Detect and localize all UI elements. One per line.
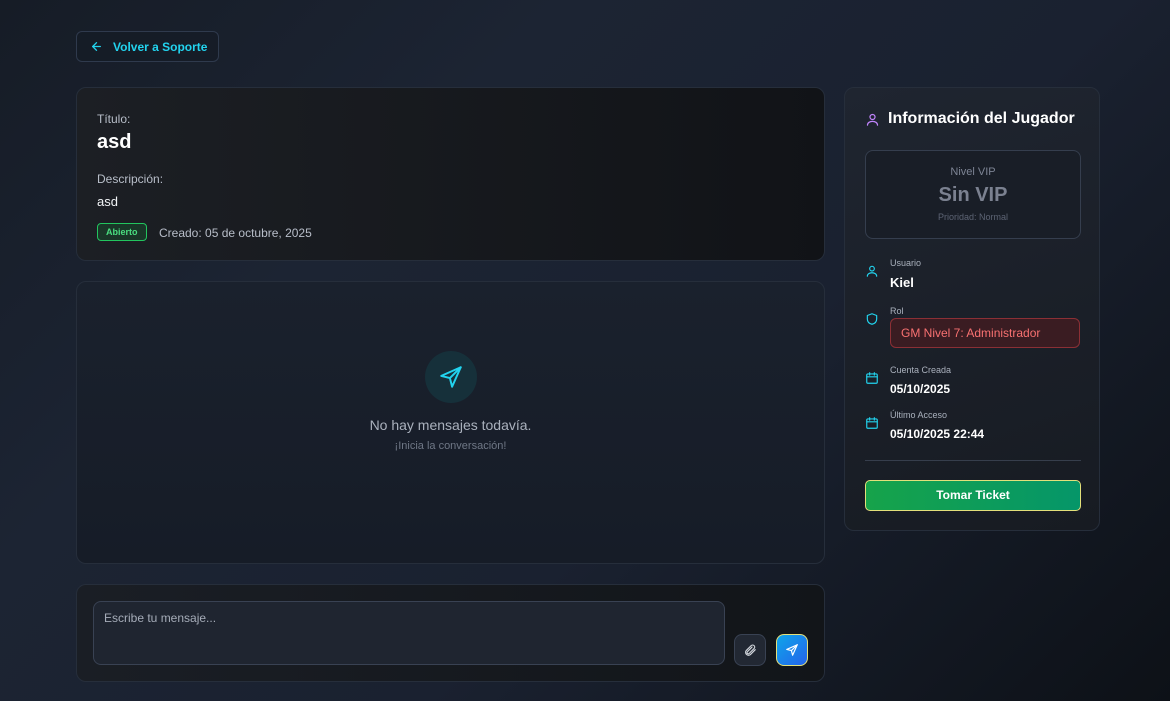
empty-messages-icon-wrap	[425, 351, 477, 403]
messages-panel: No hay mensajes todavía. ¡Inicia la conv…	[76, 281, 825, 564]
player-info-card: Información del Jugador Nivel VIP Sin VI…	[844, 87, 1100, 531]
vip-value: Sin VIP	[938, 184, 1008, 206]
send-icon	[786, 644, 798, 656]
account-created-value: 05/10/2025	[890, 382, 951, 396]
vip-label: Nivel VIP	[950, 166, 996, 178]
ticket-title-label: Título:	[97, 112, 131, 126]
user-row: Usuario Kiel	[865, 258, 1081, 292]
empty-messages-title: No hay mensajes todavía.	[369, 417, 532, 433]
role-row: Rol GM Nivel 7: Administrador	[865, 306, 1081, 351]
status-badge: Abierto	[97, 223, 147, 241]
user-value: Kiel	[890, 275, 914, 290]
calendar-icon	[866, 372, 878, 384]
last-access-label: Último Acceso	[890, 410, 948, 420]
send-message-button[interactable]	[776, 634, 808, 666]
compose-panel	[76, 584, 825, 682]
message-input[interactable]	[93, 601, 725, 665]
ticket-details-card: Título: asd Descripción: asd Abierto Cre…	[76, 87, 825, 261]
last-access-row: Último Acceso 05/10/2025 22:44	[865, 410, 1081, 444]
user-icon	[866, 265, 878, 277]
attach-file-button[interactable]	[734, 634, 766, 666]
vip-priority: Prioridad: Normal	[937, 212, 1009, 222]
account-created-label: Cuenta Creada	[890, 365, 952, 375]
paperclip-icon	[745, 644, 756, 656]
calendar-icon	[866, 417, 878, 429]
player-info-header: Información del Jugador	[865, 110, 1075, 128]
role-label: Rol	[890, 306, 904, 316]
shield-icon	[866, 313, 878, 325]
send-icon	[440, 366, 462, 388]
ticket-created-date: Creado: 05 de octubre, 2025	[159, 226, 312, 240]
back-to-support-button[interactable]: Volver a Soporte	[76, 31, 219, 62]
vip-level-box: Nivel VIP Sin VIP Prioridad: Normal	[865, 150, 1081, 239]
empty-messages-subtitle: ¡Inicia la conversación!	[394, 440, 507, 452]
ticket-title: asd	[97, 131, 132, 153]
ticket-description-label: Descripción:	[97, 172, 164, 186]
arrow-left-icon	[92, 42, 101, 51]
back-button-label: Volver a Soporte	[113, 39, 208, 54]
ticket-description: asd	[97, 194, 118, 209]
player-info-title: Información del Jugador	[888, 110, 1075, 127]
user-label: Usuario	[890, 258, 922, 268]
take-ticket-button[interactable]: Tomar Ticket	[865, 480, 1081, 511]
role-badge: GM Nivel 7: Administrador	[890, 318, 1080, 348]
last-access-value: 05/10/2025 22:44	[890, 427, 985, 441]
user-icon	[866, 113, 879, 126]
account-created-row: Cuenta Creada 05/10/2025	[865, 365, 1081, 399]
divider	[865, 460, 1081, 461]
